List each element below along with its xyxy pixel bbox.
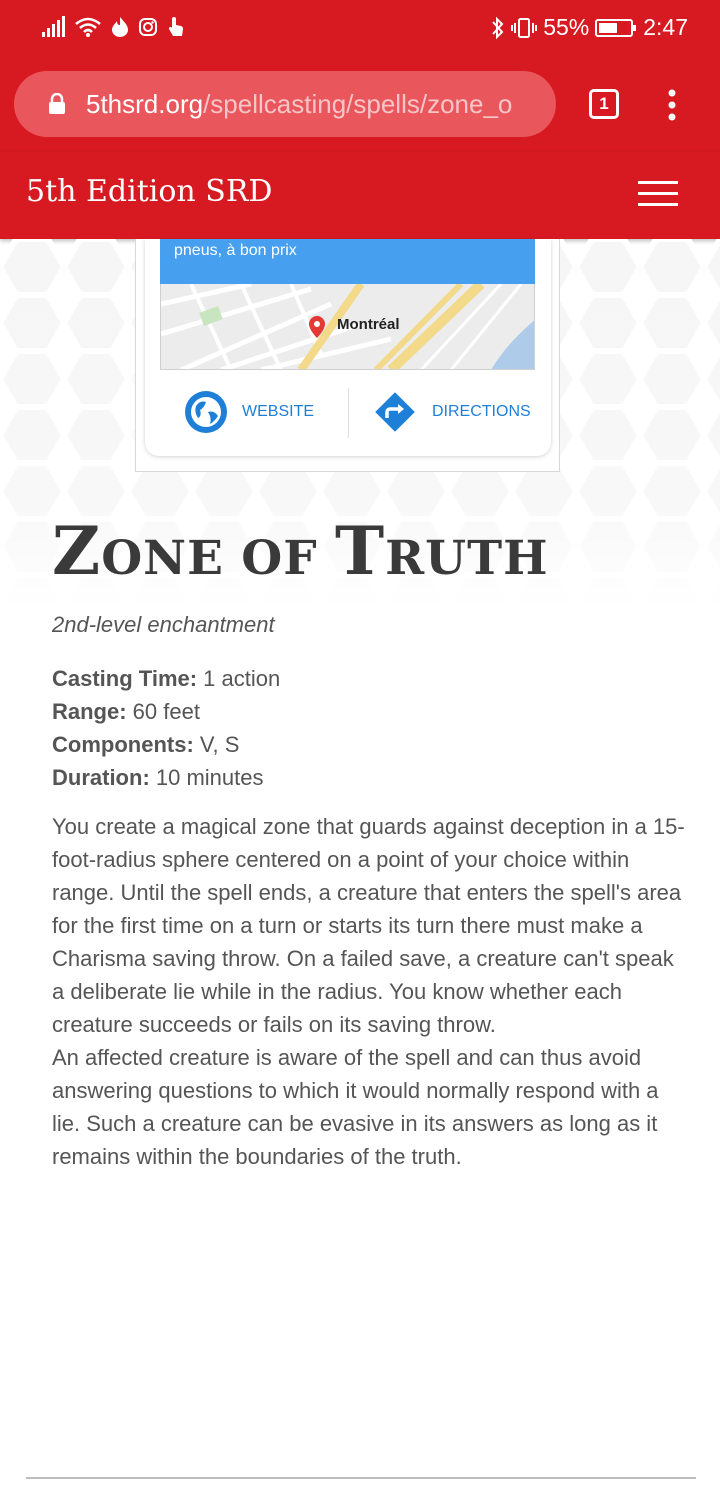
casting-time-label: Casting Time: — [52, 666, 198, 691]
battery-icon — [595, 18, 637, 37]
overflow-menu-icon[interactable] — [662, 89, 682, 121]
ad-banner[interactable]: pneus, à bon prix — [160, 239, 535, 284]
clock: 2:47 — [643, 14, 688, 40]
casting-time-value: 1 action — [197, 666, 281, 691]
tab-switcher-button[interactable]: 1 — [589, 89, 619, 119]
duration-row: Duration: 10 minutes — [52, 761, 280, 794]
description-paragraph: An affected creature is aware of the spe… — [52, 1045, 659, 1169]
title-t: T — [334, 512, 386, 590]
range-label: Range: — [52, 699, 127, 724]
url-path: /spellcasting/spells/zone_o — [203, 89, 513, 119]
status-icons-left — [42, 16, 186, 38]
title-z: Z — [52, 512, 102, 590]
ad-map[interactable]: Montréal — [160, 284, 535, 370]
url-text[interactable]: 5thsrd.org/spellcasting/spells/zone_o — [86, 89, 546, 120]
status-bar: 55% 2:47 — [0, 0, 720, 56]
directions-label: DIRECTIONS — [432, 403, 531, 420]
directions-icon — [375, 392, 415, 432]
title-ruth: RUTH — [385, 531, 549, 586]
spell-title: ZONE OF TRUTH — [52, 512, 549, 590]
hand-icon — [168, 17, 184, 36]
website-button[interactable]: WEBSITE — [184, 388, 314, 436]
components-value: V, S — [193, 732, 240, 757]
title-of: OF — [241, 531, 335, 586]
range-row: Range: 60 feet — [52, 695, 280, 728]
duration-value: 10 minutes — [149, 765, 264, 790]
wifi-icon — [75, 17, 101, 37]
site-title[interactable]: 5th Edition SRD — [26, 174, 272, 209]
spell-description: You create a magical zone that guards ag… — [52, 810, 692, 1173]
spell-school: 2nd-level enchantment — [52, 612, 275, 637]
footer-divider — [26, 1477, 696, 1479]
url-bar[interactable]: 5thsrd.org/spellcasting/spells/zone_o — [14, 71, 556, 137]
map-label: Montréal — [337, 316, 400, 333]
website-label: WEBSITE — [242, 403, 315, 420]
site-header: 5th Edition SRD — [0, 152, 720, 239]
range-value: 60 feet — [126, 699, 200, 724]
battery-percent: 55% — [543, 14, 590, 40]
duration-label: Duration: — [52, 765, 150, 790]
status-icons-right: 55% 2:47 — [491, 14, 688, 41]
components-row: Components: V, S — [52, 728, 280, 761]
url-host: 5thsrd.org — [86, 89, 204, 119]
description-paragraph: You create a magical zone that guards ag… — [52, 814, 685, 1037]
directions-button[interactable]: DIRECTIONS — [372, 388, 531, 436]
components-label: Components: — [52, 732, 194, 757]
instagram-icon — [139, 18, 157, 36]
ad-banner-text: pneus, à bon prix — [174, 242, 297, 259]
vibrate-icon — [511, 17, 538, 38]
title-one: ONE — [101, 531, 242, 586]
browser-toolbar: 5thsrd.org/spellcasting/spells/zone_o 1 — [0, 56, 720, 152]
tinder-icon — [112, 17, 128, 37]
spell-stats: Casting Time: 1 action Range: 60 feet Co… — [52, 662, 280, 794]
hamburger-menu-icon[interactable] — [638, 181, 678, 207]
lock-icon — [49, 93, 65, 114]
ad-divider — [348, 388, 349, 438]
casting-time-row: Casting Time: 1 action — [52, 662, 280, 695]
bluetooth-icon — [492, 16, 504, 39]
globe-icon — [185, 391, 227, 433]
signal-icon — [42, 16, 65, 37]
